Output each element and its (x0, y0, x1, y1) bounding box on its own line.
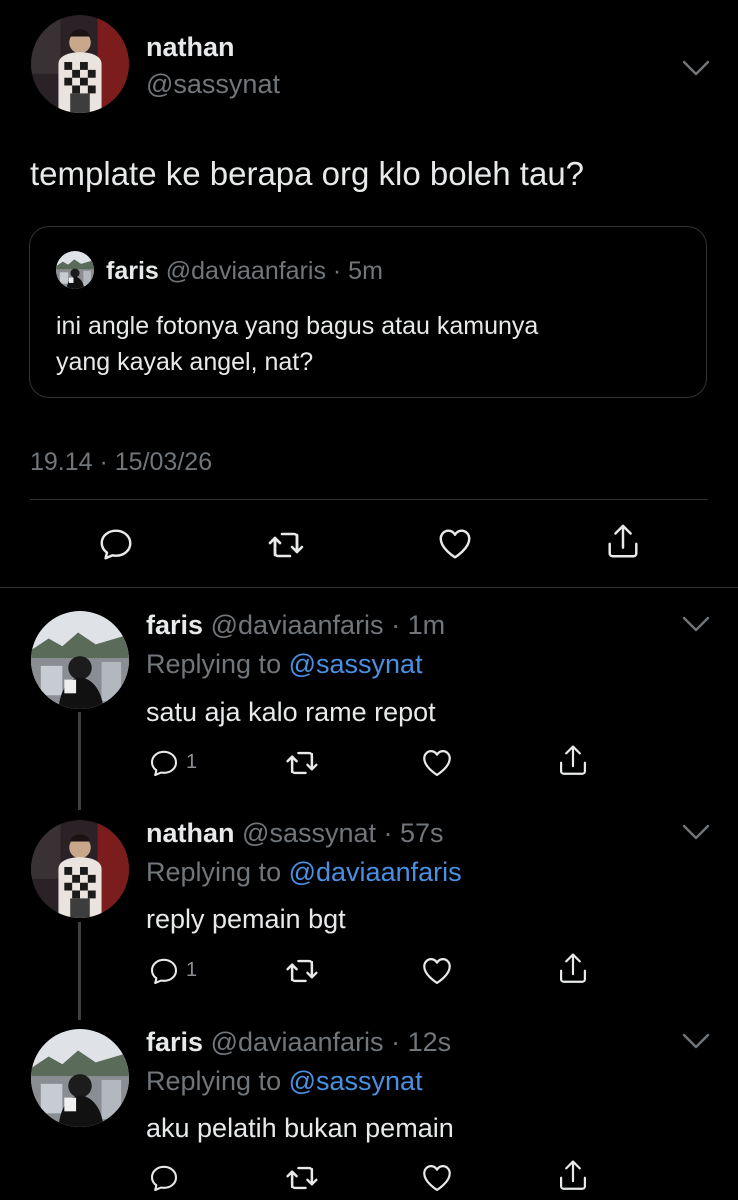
chevron-down-icon[interactable] (681, 822, 711, 842)
like-icon[interactable] (420, 1161, 454, 1195)
thread-line (78, 712, 81, 810)
reply-text: satu aja kalo rame repot (146, 697, 436, 727)
quoted-text-line: ini angle fotonya yang bagus atau kamuny… (56, 312, 539, 340)
replying-to-link[interactable]: @daviaanfaris (289, 857, 462, 887)
like-icon[interactable] (420, 746, 454, 780)
avatar[interactable] (31, 611, 129, 709)
reply-author-name[interactable]: faris (146, 610, 203, 640)
quoted-text-line: yang kayak angel, nat? (56, 348, 314, 376)
retweet-icon[interactable] (284, 953, 320, 989)
reply-author-handle[interactable]: @daviaanfaris (211, 610, 384, 640)
reply-age: · 12s (391, 1027, 452, 1057)
reply-icon[interactable] (97, 525, 135, 563)
quoted-tweet[interactable]: faris @daviaanfaris · 5m ini angle foton… (29, 226, 707, 398)
avatar (56, 251, 94, 289)
retweet-icon[interactable] (284, 745, 320, 781)
reply-count: 1 (186, 959, 198, 981)
reply-count: 1 (186, 751, 198, 773)
chevron-down-icon[interactable] (681, 1031, 711, 1051)
reply-icon[interactable] (148, 747, 180, 779)
reply-author-name[interactable]: faris (146, 1027, 203, 1057)
retweet-icon[interactable] (284, 1160, 320, 1196)
avatar[interactable] (31, 1029, 129, 1127)
share-icon[interactable] (556, 1158, 590, 1194)
quoted-age: · 5m (332, 257, 383, 285)
replying-label: Replying to (146, 649, 282, 679)
reply-icon[interactable] (148, 955, 180, 987)
share-icon[interactable] (556, 743, 590, 779)
tweet-timestamp[interactable]: 19.14 · 15/03/26 (30, 448, 212, 477)
reply-author-handle[interactable]: @daviaanfaris (211, 1027, 384, 1057)
tweet-text: template ke berapa org klo boleh tau? (30, 155, 585, 192)
quoted-author-name: faris (106, 257, 159, 285)
retweet-icon[interactable] (266, 525, 306, 565)
author-name[interactable]: nathan (146, 32, 235, 63)
reply-author-name[interactable]: nathan (146, 818, 235, 848)
replying-label: Replying to (146, 857, 282, 887)
avatar[interactable] (31, 820, 129, 918)
share-icon[interactable] (604, 522, 642, 562)
reply-age: · 57s (383, 818, 444, 848)
divider (30, 499, 708, 500)
author-handle[interactable]: @sassynat (146, 69, 280, 100)
like-icon[interactable] (436, 525, 474, 563)
replying-to-link[interactable]: @sassynat (289, 1066, 423, 1096)
reply-icon[interactable] (148, 1162, 180, 1194)
reply-text: reply pemain bgt (146, 904, 346, 934)
quoted-author-handle: @daviaanfaris (165, 257, 326, 285)
divider (0, 587, 738, 588)
avatar[interactable] (31, 15, 129, 113)
reply-age: · 1m (391, 610, 446, 640)
share-icon[interactable] (556, 951, 590, 987)
chevron-down-icon[interactable] (681, 58, 711, 78)
replying-to-link[interactable]: @sassynat (289, 649, 423, 679)
thread-line (78, 922, 81, 1020)
reply-text: aku pelatih bukan pemain (146, 1113, 454, 1143)
like-icon[interactable] (420, 954, 454, 988)
chevron-down-icon[interactable] (681, 614, 711, 634)
reply-author-handle[interactable]: @sassynat (242, 818, 376, 848)
replying-label: Replying to (146, 1066, 282, 1096)
